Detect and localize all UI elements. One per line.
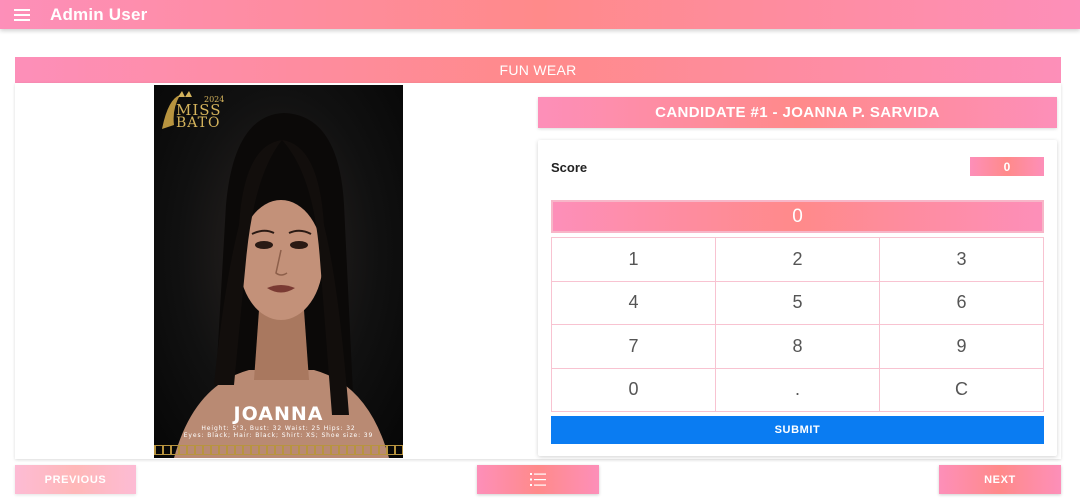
portrait-stats-line2: Eyes: Black; Hair: Black; Shirt: XS; Sho… — [183, 432, 374, 439]
logo-text-bato: BATO — [176, 115, 221, 131]
greek-key-border — [154, 445, 403, 455]
key-0[interactable]: 0 — [552, 368, 715, 411]
candidate-header: CANDIDATE #1 - JOANNA P. SARVIDA — [538, 97, 1057, 128]
score-label: Score — [551, 160, 588, 175]
next-button[interactable]: NEXT — [939, 465, 1061, 494]
list-icon — [530, 473, 546, 486]
key-7[interactable]: 7 — [552, 325, 715, 368]
key-6[interactable]: 6 — [880, 281, 1043, 324]
key-decimal[interactable]: . — [716, 368, 879, 411]
key-5[interactable]: 5 — [716, 281, 879, 324]
key-clear[interactable]: C — [880, 368, 1043, 411]
keypad: 1 2 3 4 5 6 7 8 9 0 . C — [551, 237, 1044, 412]
candidate-photo: 2024 MISS BATO JOANNA Height: 5'3, Bust:… — [154, 85, 403, 458]
portrait-name: JOANNA — [233, 403, 324, 425]
scoring-panel: Score 0 0 1 2 3 4 5 6 7 8 9 0 . C SUBMIT — [538, 140, 1057, 456]
key-9[interactable]: 9 — [880, 325, 1043, 368]
key-2[interactable]: 2 — [716, 238, 879, 281]
key-3[interactable]: 3 — [880, 238, 1043, 281]
previous-button[interactable]: PREVIOUS — [15, 465, 136, 494]
category-header: FUN WEAR — [15, 57, 1061, 83]
app-title: Admin User — [50, 4, 148, 24]
key-1[interactable]: 1 — [552, 238, 715, 281]
score-display: 0 — [551, 200, 1044, 233]
menu-button[interactable] — [0, 0, 44, 29]
list-button[interactable] — [477, 465, 599, 494]
submit-button[interactable]: SUBMIT — [551, 416, 1044, 444]
portrait-stats-line1: Height: 5'3, Bust: 32 Waist: 25 Hips: 32 — [201, 425, 356, 432]
key-8[interactable]: 8 — [716, 325, 879, 368]
key-4[interactable]: 4 — [552, 281, 715, 324]
score-value: 0 — [970, 157, 1044, 176]
menu-icon — [14, 8, 30, 21]
app-bar: Admin User — [0, 0, 1080, 29]
